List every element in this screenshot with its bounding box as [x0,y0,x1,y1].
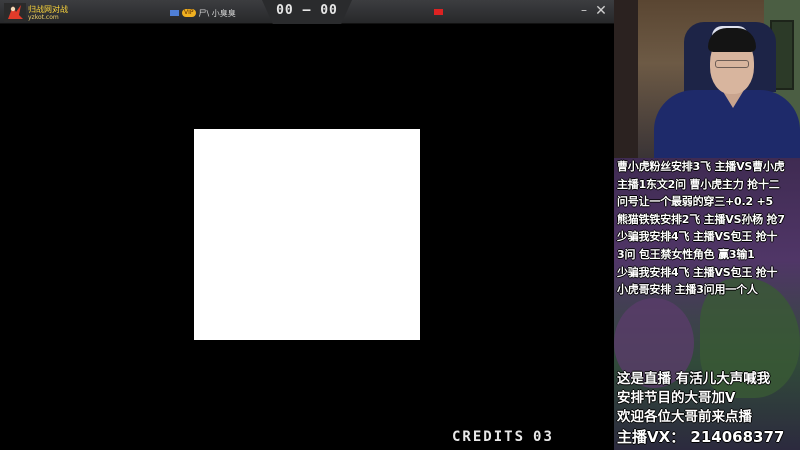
brand-url: yzkot.com [28,14,59,21]
streamer-body [654,90,800,158]
promo-line: 这是直播 有活儿大声喊我 [617,371,771,387]
credits-counter: CREDITS 03 [452,429,554,445]
flag-icon [434,9,443,15]
queue-line: 曹小虎粉丝安排3飞 主播VS曹小虎 [617,160,785,173]
game-flash-frame [194,129,420,340]
vip-badge: VIP [182,9,196,17]
queue-line: 少骗我安排4飞 主播VS包王 抢十 [617,230,778,244]
queue-line: 问号让一个最弱的穿三+0.2 +5 [617,195,774,209]
streamer-glasses [715,60,749,68]
right-player-info [434,9,443,15]
queue-line: 主播1东文2问 曹小虎主力 抢十二 [617,177,780,191]
queue-line: 3问 包王禁女性角色 赢3输1 [617,247,755,261]
webcam-feed [614,0,800,158]
promo-line: 安排节目的大哥加V [617,390,736,406]
flag-icon [170,10,179,16]
minimize-button[interactable]: – [577,4,591,18]
contact-line: 主播VX： 214068377 [617,428,785,446]
queue-line: 小虎哥安排 主播3问用一个人 [617,283,758,297]
curtain [614,0,638,158]
credits-value: 03 [533,429,554,445]
queue-line: 少骗我安排4飞 主播VS包王 抢十 [617,265,778,279]
promo-line: 欢迎各位大哥前来点播 [617,409,752,425]
credits-label: CREDITS [452,429,526,445]
emulator-window: 归战网对战 yzkot.com VIP 尸\ 小臭臭 00 – 00 – ✕ C… [0,0,614,450]
queue-line: 熊猫铁铁安排2飞 主播VS孙杨 抢7 [617,212,785,226]
request-queue: 曹小虎粉丝安排3飞 主播VS曹小虎 主播1东文2问 曹小虎主力 抢十二 问号让一… [614,158,800,299]
fighter-logo-icon [4,3,26,22]
promo-text: 这是直播 有活儿大声喊我 安排节目的大哥加V 欢迎各位大哥前来点播 主播VX： … [614,370,800,448]
close-button[interactable]: ✕ [594,4,608,18]
stream-panel: 曹小虎粉丝安排3飞 主播VS曹小虎 主播1东文2问 曹小虎主力 抢十二 问号让一… [614,0,800,450]
title-bar: 归战网对战 yzkot.com VIP 尸\ 小臭臭 00 – 00 – ✕ [0,0,614,24]
left-player-info: VIP 尸\ 小臭臭 [170,6,236,20]
app-logo: 归战网对战 yzkot.com [4,2,68,22]
match-score: 00 – 00 [276,3,338,18]
left-player-name: 尸\ 小臭臭 [198,8,236,18]
streamer-hair [708,28,756,52]
